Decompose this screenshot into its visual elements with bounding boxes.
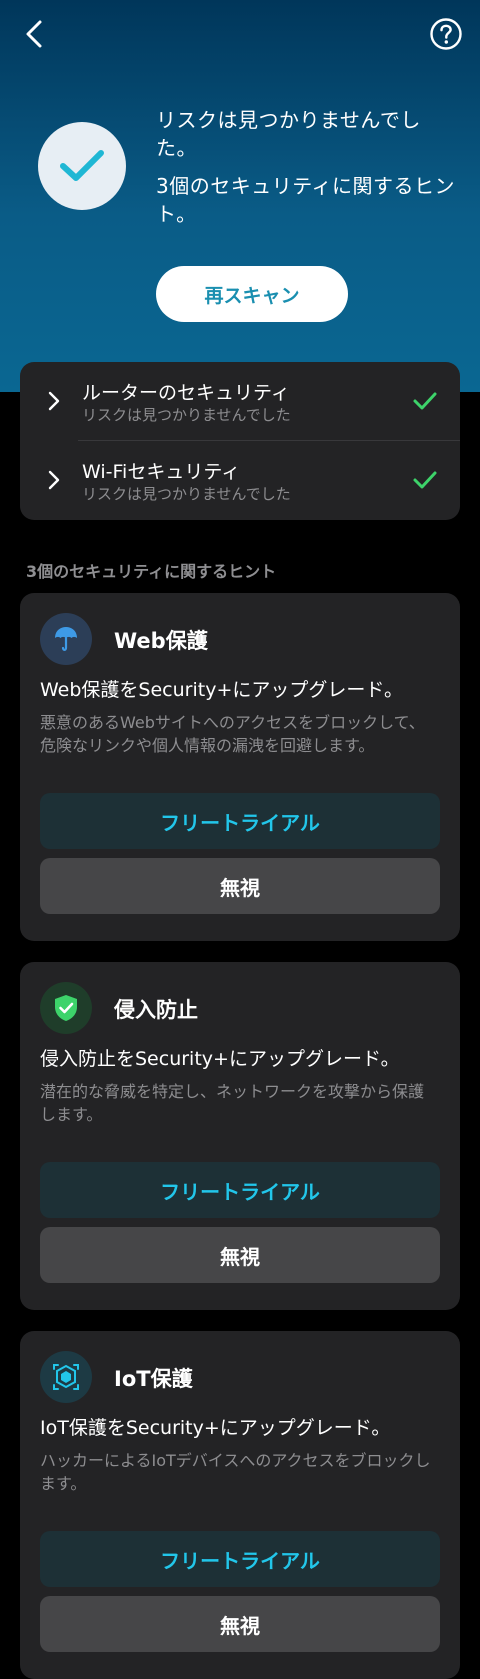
scan-row-title: ルーターのセキュリティ: [82, 382, 290, 404]
free-trial-button[interactable]: フリートライアル: [40, 793, 440, 849]
tip-description: ハッカーによるIoTデバイスへのアクセスをブロックします。: [40, 1451, 431, 1493]
shield-check-icon: [55, 995, 77, 1021]
tip-card-iot-protection: IoT保護 IoT保護をSecurity+にアップグレード。 ハッカーによるIo…: [20, 1331, 460, 1679]
tip-headline: Web保護をSecurity+にアップグレード。: [40, 679, 403, 701]
tip-title: IoT保護: [114, 1367, 193, 1391]
ignore-button[interactable]: 無視: [40, 858, 440, 914]
tip-headline: 侵入防止をSecurity+にアップグレード。: [40, 1048, 400, 1070]
rescan-button[interactable]: 再スキャン: [156, 266, 348, 322]
question-circle-icon: [430, 18, 462, 50]
free-trial-button[interactable]: フリートライアル: [40, 1162, 440, 1218]
tip-headline: IoT保護をSecurity+にアップグレード。: [40, 1417, 391, 1439]
tip-icon-badge: [40, 613, 92, 665]
status-badge: [38, 122, 126, 210]
tip-card-web-protection: Web保護 Web保護をSecurity+にアップグレード。 悪意のあるWebサ…: [20, 593, 460, 941]
tip-title: Web保護: [114, 629, 208, 653]
tip-card-intrusion-prevention: 侵入防止 侵入防止をSecurity+にアップグレード。 潜在的な脅威を特定し、…: [20, 962, 460, 1310]
status-tips-text: 3個のセキュリティに関するヒント。: [156, 174, 456, 226]
tip-icon-badge: [40, 1351, 92, 1403]
back-button[interactable]: [16, 16, 52, 52]
tip-description: 悪意のあるWebサイトへのアクセスをブロックして、危険なリンクや個人情報の漏洩を…: [40, 713, 425, 755]
scan-row-subtitle: リスクは見つかりませんでした: [82, 485, 291, 503]
ignore-button[interactable]: 無視: [40, 1227, 440, 1283]
status-message: リスクは見つかりませんでした。 3個のセキュリティに関するヒント。: [156, 106, 456, 228]
chevron-right-icon: [48, 470, 60, 490]
check-icon: [413, 392, 437, 410]
check-icon: [413, 471, 437, 489]
scan-row-subtitle: リスクは見つかりませんでした: [82, 406, 291, 424]
help-button[interactable]: [428, 16, 464, 52]
header-banner: リスクは見つかりませんでした。 3個のセキュリティに関するヒント。 再スキャン: [0, 0, 480, 392]
tip-description: 潜在的な脅威を特定し、ネットワークを攻撃から保護します。: [40, 1082, 425, 1124]
chevron-right-icon: [48, 391, 60, 411]
free-trial-button[interactable]: フリートライアル: [40, 1531, 440, 1587]
scan-row-wifi[interactable]: Wi-Fiセキュリティ リスクは見つかりませんでした: [20, 441, 460, 519]
scan-results-card: ルーターのセキュリティ リスクは見つかりませんでした Wi-Fiセキュリティ リ…: [20, 362, 460, 520]
tip-icon-badge: [40, 982, 92, 1034]
tips-section-label: 3個のセキュリティに関するヒント: [26, 562, 277, 581]
umbrella-icon: [55, 627, 77, 651]
ignore-button[interactable]: 無視: [40, 1596, 440, 1652]
checkmark-icon: [60, 150, 104, 181]
tip-title: 侵入防止: [114, 998, 198, 1022]
scan-row-title: Wi-Fiセキュリティ: [82, 461, 241, 483]
status-risk-text: リスクは見つかりませんでした。: [156, 108, 421, 160]
scan-row-router[interactable]: ルーターのセキュリティ リスクは見つかりませんでした: [20, 362, 460, 440]
chevron-left-icon: [26, 20, 42, 48]
iot-cube-icon: [53, 1364, 79, 1390]
